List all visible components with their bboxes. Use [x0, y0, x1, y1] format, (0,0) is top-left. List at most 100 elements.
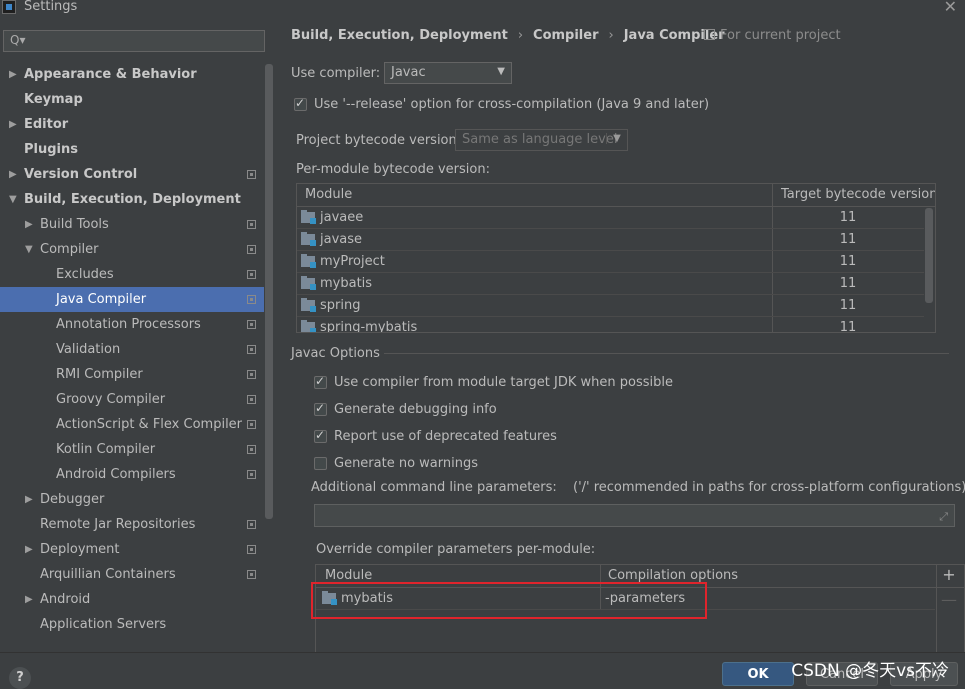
additional-params-hint: ('/' recommended in paths for cross-plat…: [573, 480, 965, 495]
project-scope-icon: [247, 395, 256, 404]
report-use-of-deprecated-features-checkbox[interactable]: [314, 428, 327, 443]
sidebar-item-excludes[interactable]: Excludes: [0, 262, 264, 287]
chevron-right-icon[interactable]: ▶: [9, 162, 17, 187]
sidebar-item-version-control[interactable]: ▶ Version Control: [0, 162, 264, 187]
sidebar-item-appearance-behavior[interactable]: ▶ Appearance & Behavior: [0, 62, 264, 87]
module-folder-icon: [301, 276, 316, 290]
close-icon[interactable]: ✕: [944, 0, 957, 16]
chevron-right-icon[interactable]: ▶: [9, 62, 17, 87]
project-scope-icon: [247, 220, 256, 229]
sidebar-item-label: Build, Execution, Deployment: [24, 192, 241, 207]
chevron-right-icon[interactable]: ▶: [25, 487, 33, 512]
section-divider: [384, 353, 949, 354]
sidebar-item-actionscript-flex-compiler[interactable]: ActionScript & Flex Compiler: [0, 412, 264, 437]
sidebar-item-label: Version Control: [24, 167, 138, 182]
chevron-down-icon[interactable]: ▼: [25, 237, 33, 262]
additional-params-input[interactable]: ⤢: [314, 504, 955, 527]
sidebar-item-deployment[interactable]: ▶ Deployment: [0, 537, 264, 562]
sidebar-item-keymap[interactable]: Keymap: [0, 87, 264, 112]
report-use-of-deprecated-features-label: Report use of deprecated features: [334, 429, 557, 444]
sidebar-item-annotation-processors[interactable]: Annotation Processors: [0, 312, 264, 337]
table-row[interactable]: javaee 11: [297, 207, 924, 229]
module-name-cell: spring: [320, 298, 361, 313]
module-folder-icon: [301, 232, 316, 246]
sidebar-item-label: Kotlin Compiler: [56, 442, 156, 457]
sidebar-item-groovy-compiler[interactable]: Groovy Compiler: [0, 387, 264, 412]
sidebar-item-java-compiler[interactable]: Java Compiler: [0, 287, 264, 312]
table-row[interactable]: javase 11: [297, 229, 924, 251]
table-row[interactable]: myProject 11: [297, 251, 924, 273]
sidebar-scrollbar[interactable]: [265, 64, 273, 519]
table-row[interactable]: spring 11: [297, 295, 924, 317]
help-button[interactable]: ?: [9, 667, 31, 689]
sidebar-item-build-tools[interactable]: ▶ Build Tools: [0, 212, 264, 237]
module-name-cell: javase: [320, 232, 363, 247]
chevron-right-icon[interactable]: ▶: [25, 212, 33, 237]
breadcrumb: Build, Execution, Deployment › Compiler › Ja…: [291, 28, 725, 43]
column-header-compilation-options[interactable]: Compilation options: [608, 568, 738, 583]
project-scope-icon: [247, 270, 256, 279]
sidebar-item-label: Java Compiler: [56, 292, 147, 307]
sidebar-item-label: Keymap: [24, 92, 83, 107]
sidebar-item-application-servers[interactable]: Application Servers: [0, 612, 264, 637]
sidebar-item-debugger[interactable]: ▶ Debugger: [0, 487, 264, 512]
project-bytecode-select[interactable]: Same as language level ▼: [455, 129, 628, 151]
project-scope-icon: [247, 545, 256, 554]
use-compiler-from-module-target-jdk-when-possible-checkbox[interactable]: [314, 374, 327, 389]
sidebar-item-plugins[interactable]: Plugins: [0, 137, 264, 162]
project-scope-icon: [704, 29, 715, 40]
use-compiler-label: Use compiler:: [291, 66, 381, 81]
sidebar-item-label: Editor: [24, 117, 69, 132]
project-scope-icon: [247, 245, 256, 254]
sidebar-item-label: Application Servers: [40, 617, 167, 632]
target-version-cell: 11: [839, 232, 857, 247]
sidebar-item-label: Annotation Processors: [56, 317, 201, 332]
sidebar-item-android-compilers[interactable]: Android Compilers: [0, 462, 264, 487]
chevron-down-icon: ▼: [497, 66, 505, 77]
release-option-checkbox[interactable]: [294, 96, 307, 111]
project-scope-icon: [247, 170, 256, 179]
settings-search-input[interactable]: Q▾: [3, 30, 265, 52]
sidebar-item-rmi-compiler[interactable]: RMI Compiler: [0, 362, 264, 387]
sidebar-item-build-execution-deployment[interactable]: ▼ Build, Execution, Deployment: [0, 187, 264, 212]
sidebar-item-editor[interactable]: ▶ Editor: [0, 112, 264, 137]
sidebar-item-label: Deployment: [40, 542, 120, 557]
sidebar-item-kotlin-compiler[interactable]: Kotlin Compiler: [0, 437, 264, 462]
module-bytecode-table: Module Target bytecode version javaee 11 j…: [296, 183, 936, 333]
column-header-target-version[interactable]: Target bytecode version: [781, 187, 935, 202]
intellij-app-icon: [2, 0, 16, 14]
sidebar-item-arquillian-containers[interactable]: Arquillian Containers: [0, 562, 264, 587]
add-icon[interactable]: +: [939, 565, 959, 584]
sidebar-item-android[interactable]: ▶ Android: [0, 587, 264, 612]
chevron-right-icon[interactable]: ▶: [25, 537, 33, 562]
highlight-annotation-box: [311, 582, 707, 619]
generate-no-warnings-checkbox[interactable]: [314, 457, 327, 470]
table-row[interactable]: mybatis 11: [297, 273, 924, 295]
for-current-project-label: For current project: [704, 28, 841, 43]
project-scope-icon: [247, 520, 256, 529]
additional-params-label: Additional command line parameters:: [311, 480, 557, 495]
table-scrollbar[interactable]: [925, 208, 933, 303]
project-scope-icon: [247, 420, 256, 429]
chevron-right-icon[interactable]: ▶: [25, 587, 33, 612]
expand-icon[interactable]: ⤢: [939, 510, 948, 524]
chevron-down-icon[interactable]: ▼: [9, 187, 17, 212]
chevron-right-icon[interactable]: ▶: [9, 112, 17, 137]
sidebar-item-label: Android: [40, 592, 91, 607]
table-row[interactable]: spring-mybatis 11: [297, 317, 924, 332]
project-scope-icon: [247, 445, 256, 454]
sidebar-item-validation[interactable]: Validation: [0, 337, 264, 362]
ok-button[interactable]: OK: [722, 662, 794, 686]
settings-sidebar: Q▾ ▶ Appearance & Behavior Keymap ▶ Editor Pl…: [0, 18, 274, 652]
column-divider: [772, 184, 773, 206]
column-header-module[interactable]: Module: [325, 568, 372, 583]
generate-debugging-info-checkbox[interactable]: [314, 401, 327, 416]
remove-icon[interactable]: —: [939, 590, 959, 609]
search-icon: Q▾: [10, 33, 26, 47]
use-compiler-select[interactable]: Javac ▼: [384, 62, 512, 84]
column-header-module[interactable]: Module: [305, 187, 352, 202]
sidebar-item-remote-jar-repositories[interactable]: Remote Jar Repositories: [0, 512, 264, 537]
sidebar-item-compiler[interactable]: ▼ Compiler: [0, 237, 264, 262]
release-option-label: Use '--release' option for cross-compila…: [314, 97, 710, 112]
sidebar-item-label: Plugins: [24, 142, 78, 157]
